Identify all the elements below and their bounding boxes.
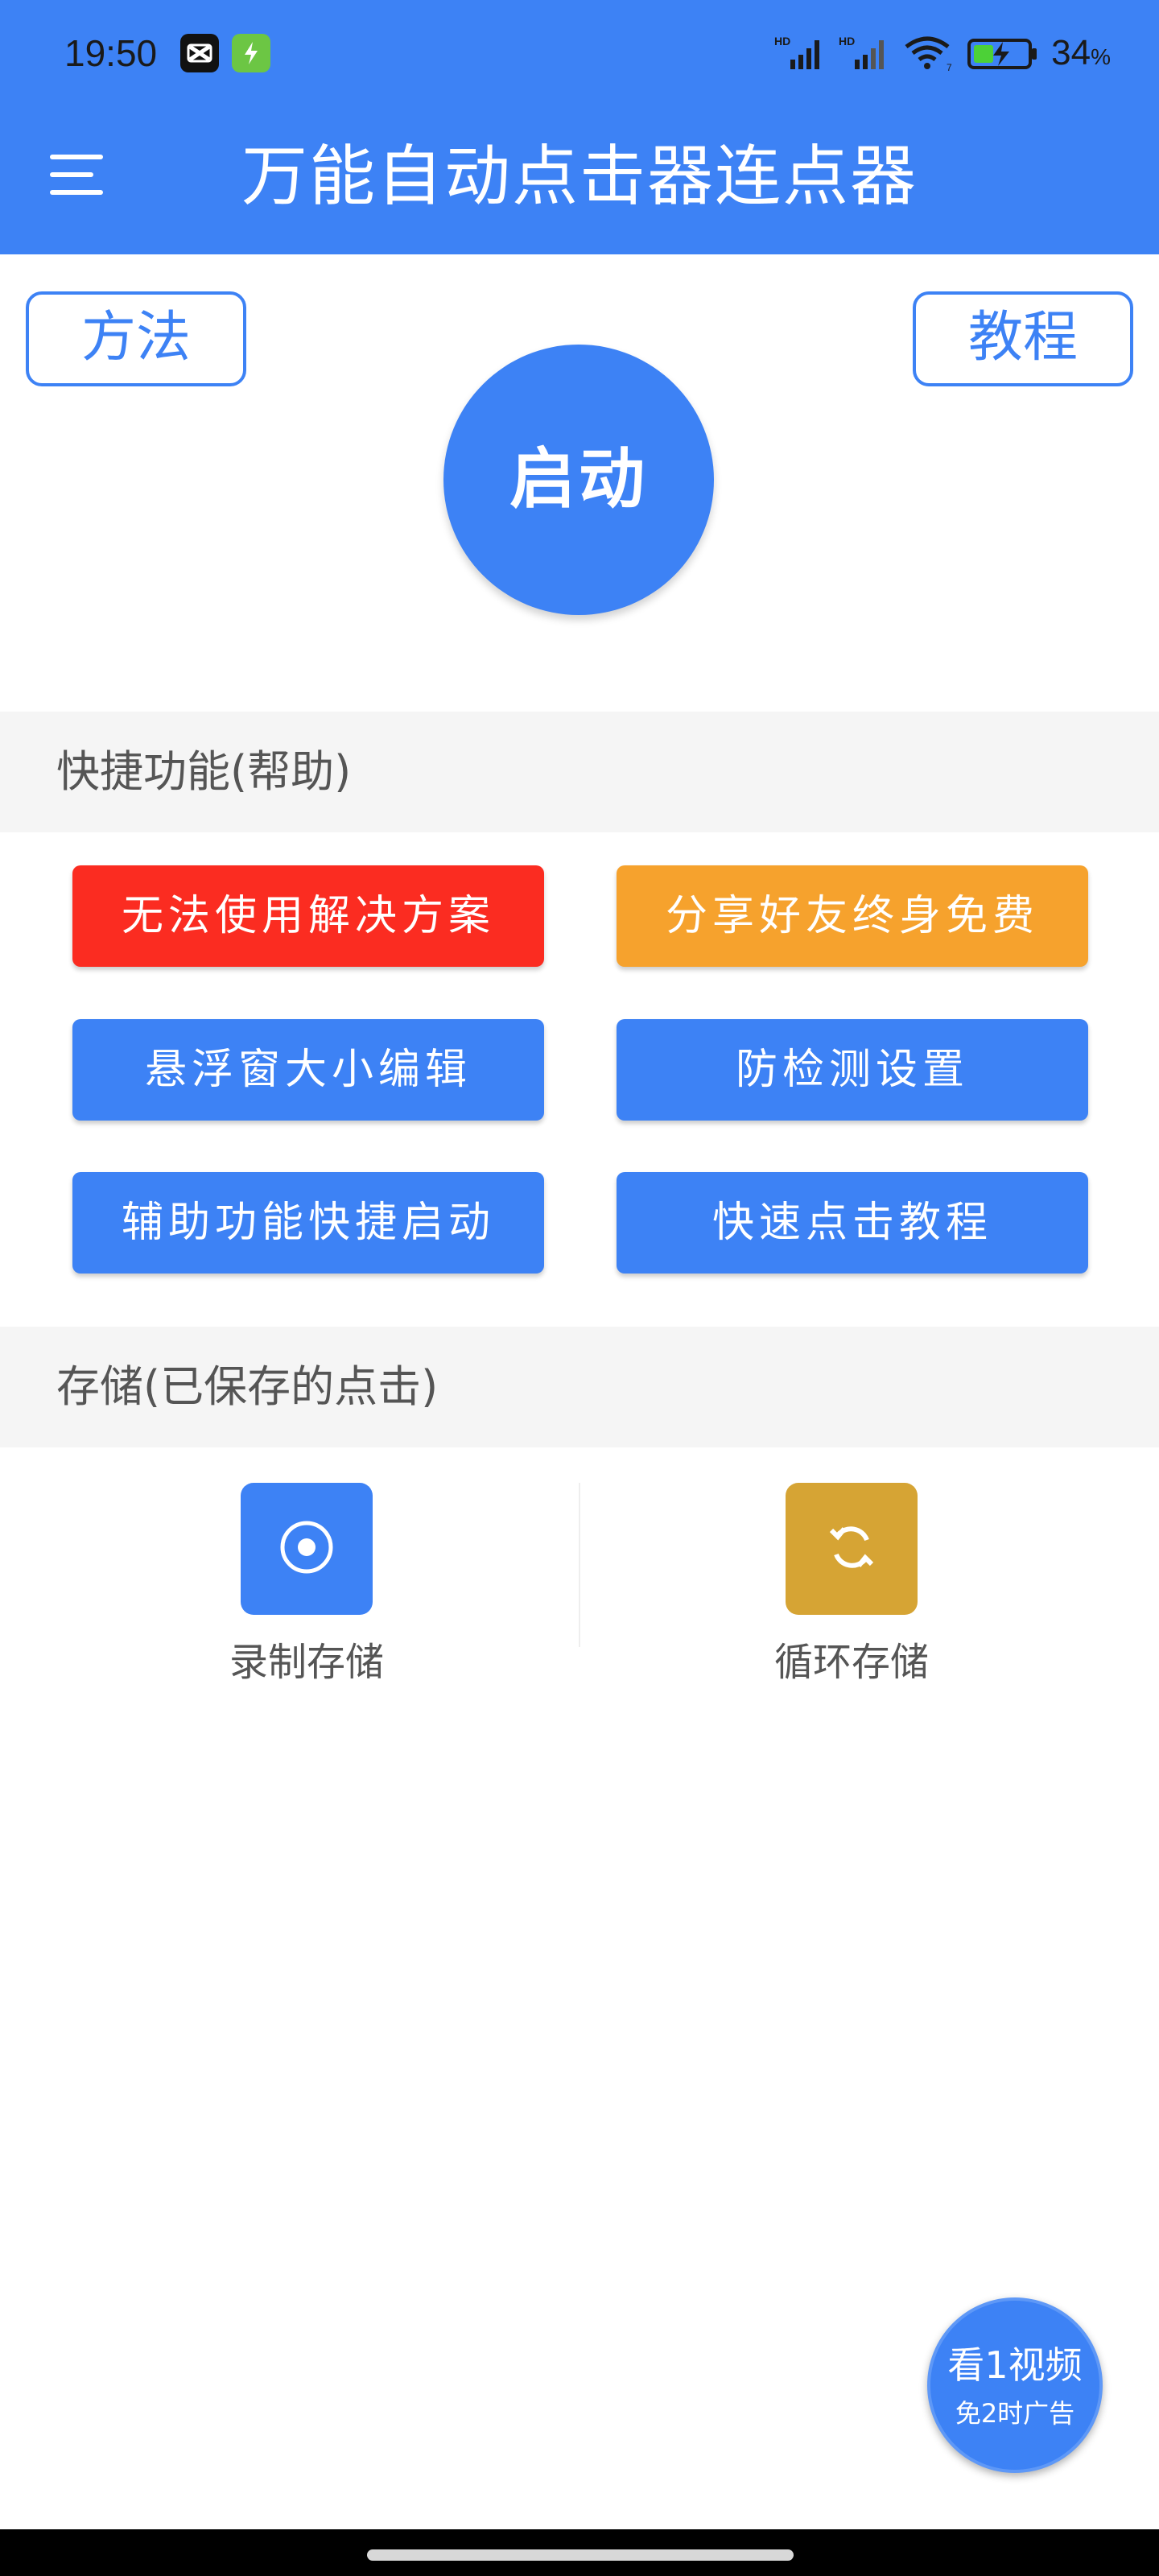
- status-time: 19:50: [64, 32, 158, 74]
- floating-window-size-button[interactable]: 悬浮窗大小编辑: [72, 1019, 544, 1121]
- share-friends-button[interactable]: 分享好友终身免费: [617, 865, 1088, 967]
- record-storage-label: 录制存储: [229, 1640, 384, 1685]
- battery-charging-icon: [967, 34, 1040, 72]
- quick-click-tutorial-button[interactable]: 快速点击教程: [617, 1172, 1088, 1274]
- hd-signal-icon: HD: [774, 34, 827, 72]
- svg-text:7: 7: [947, 62, 952, 72]
- status-icons: HD HD 7 34%: [774, 27, 1111, 79]
- tutorial-button[interactable]: 教程: [913, 291, 1133, 386]
- storage-divider: [579, 1483, 580, 1647]
- battery-percent: 34%: [1051, 33, 1111, 73]
- app-header: 19:50 HD HD 7 34% 万能自动点击器连点器: [0, 0, 1159, 254]
- quick-functions-header: 快捷功能(帮助): [0, 712, 1159, 832]
- loop-storage-label: 循环存储: [773, 1640, 929, 1685]
- app-title: 万能自动点击器连点器: [241, 138, 918, 215]
- svg-text:HD: HD: [774, 35, 790, 47]
- cannot-use-solution-button[interactable]: 无法使用解决方案: [72, 865, 544, 967]
- watch-video-ad-button[interactable]: 看1视频 免2时广告: [927, 2297, 1103, 2473]
- navigation-bar: [0, 2529, 1159, 2576]
- ad-line1: 看1视频: [947, 2343, 1083, 2387]
- storage-header: 存储(已保存的点击): [0, 1327, 1159, 1447]
- battery-saver-app-icon: [232, 34, 270, 72]
- record-storage-button[interactable]: [241, 1483, 373, 1615]
- loop-storage-button[interactable]: [786, 1483, 918, 1615]
- ad-line2: 免2时广告: [955, 2398, 1075, 2429]
- svg-text:HD: HD: [839, 35, 855, 47]
- battery-value: 34: [1051, 33, 1091, 72]
- home-gesture-handle[interactable]: [367, 2549, 794, 2561]
- loop-icon: [823, 1519, 880, 1579]
- method-button[interactable]: 方法: [26, 291, 246, 386]
- wifi-icon: 7: [903, 34, 956, 72]
- start-button[interactable]: 启动: [443, 345, 714, 615]
- record-icon: [278, 1519, 335, 1579]
- accessibility-quick-start-button[interactable]: 辅助功能快捷启动: [72, 1172, 544, 1274]
- hd-signal-icon: HD: [839, 34, 892, 72]
- battery-unit: %: [1091, 44, 1111, 69]
- capcut-icon: [180, 34, 219, 72]
- anti-detection-settings-button[interactable]: 防检测设置: [617, 1019, 1088, 1121]
